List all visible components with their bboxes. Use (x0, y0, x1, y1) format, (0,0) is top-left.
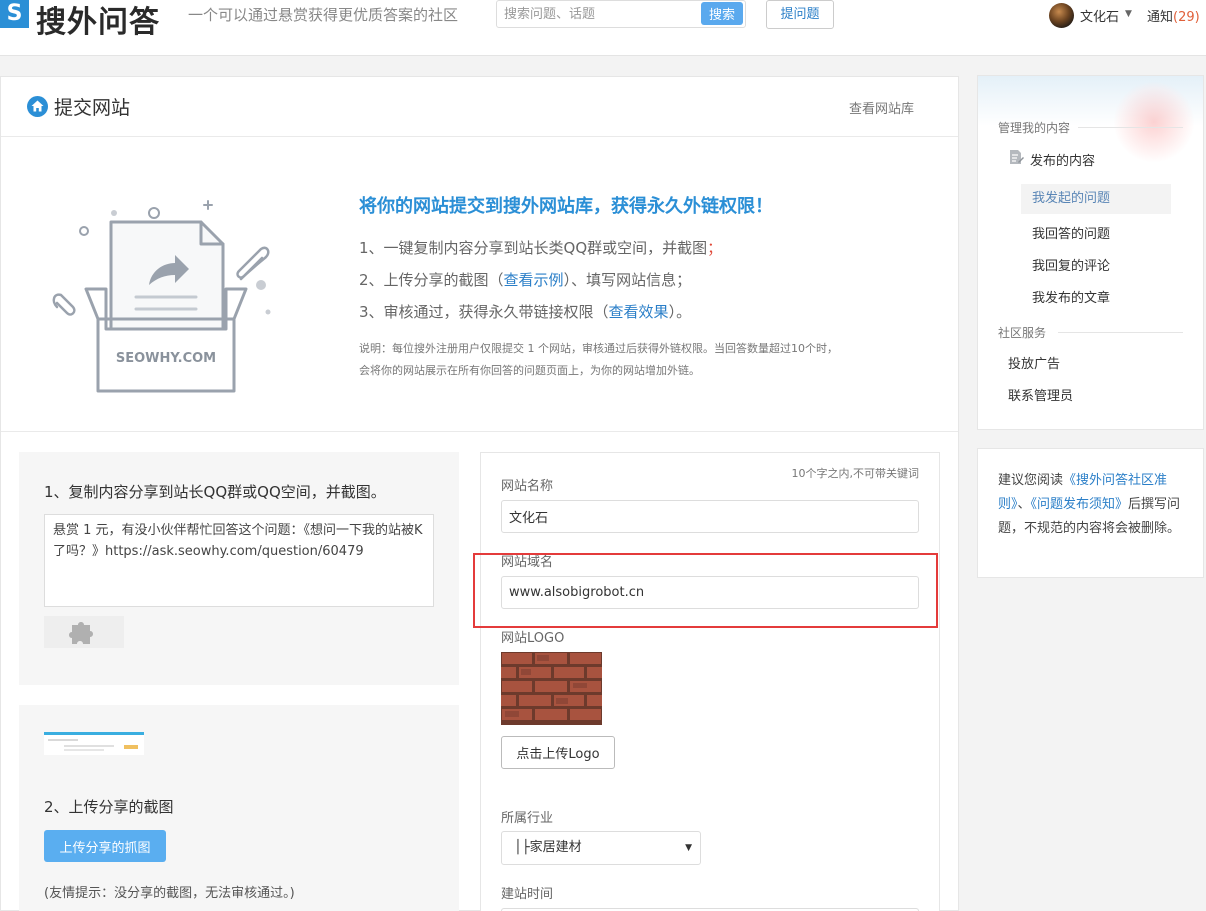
view-example-link[interactable]: 查看示例 (504, 271, 564, 289)
intro-step-3-end: ）。 (668, 303, 692, 321)
avatar[interactable] (1049, 3, 1074, 28)
intro-headline: 将你的网站提交到搜外网站库，获得永久外链权限！ (359, 196, 773, 217)
build-time-label: 建站时间 (501, 887, 554, 902)
sidebar-rules-panel: 建议您阅读《搜外问答社区准则》、《问题发布须知》后撰写问题，不规范的内容将会被删… (977, 448, 1204, 578)
upload-logo-button[interactable]: 点击上传Logo (501, 736, 615, 769)
plugin-placeholder (44, 616, 124, 648)
industry-label: 所属行业 (501, 811, 554, 826)
sidebar-sun-decoration (1114, 82, 1194, 162)
site-name-input[interactable] (501, 500, 919, 533)
sidebar-item-my-questions[interactable]: 我发起的问题 (1021, 184, 1171, 214)
sidebar-item-my-answers[interactable]: 我回答的问题 (1032, 223, 1110, 242)
sidebar-item-my-articles[interactable]: 我发布的文章 (1032, 287, 1110, 306)
site-name-hint: 10个字之内,不可带关键词 (791, 467, 920, 480)
rules-notice: 建议您阅读《搜外问答社区准则》、《问题发布须知》后撰写问题，不规范的内容将会被删… (998, 469, 1188, 541)
intro-note-line-1: 说明：每位搜外注册用户仅限提交 1 个网站，审核通过后获得外链权限。当回答数量超… (359, 342, 838, 355)
submit-tray-illustration: SEOWHY.COM (52, 200, 271, 393)
top-header: S 搜外问答 一个可以通过悬赏获得更优质答案的社区 搜索 提问题 文化石 ▼ 通… (0, 0, 1206, 56)
logo-text[interactable]: 搜外问答 (36, 0, 160, 41)
upload-tip: (友情提示：没分享的截图，无法审核通过。) (44, 886, 295, 901)
chevron-down-icon[interactable]: ▼ (1125, 9, 1132, 19)
view-effect-link[interactable]: 查看效果 (609, 303, 669, 321)
site-name-label: 网站名称 (501, 479, 554, 494)
manage-section-title: 管理我的内容 (998, 121, 1071, 135)
sidebar-item-contact-admin[interactable]: 联系管理员 (1008, 385, 1073, 404)
intro-step-3: 3、审核通过，获得永久带链接权限（查看效果）。 (359, 301, 691, 322)
ask-question-button[interactable]: 提问题 (766, 0, 834, 29)
sidebar-item-advertise[interactable]: 投放广告 (1008, 353, 1060, 372)
logo-mark[interactable]: S (0, 0, 29, 28)
step-2-title: 2、上传分享的截图 (44, 798, 174, 816)
step-2-card: 2、上传分享的截图 上传分享的抓图 (友情提示：没分享的截图，无法审核通过。) (19, 705, 459, 911)
main-panel: 提交网站 查看网站库 SEOWHY.COM 将你的网站提交到搜外网站库，获得永久… (0, 76, 959, 911)
puzzle-icon (69, 622, 93, 644)
rules-separator: 、 (1017, 497, 1031, 512)
divider (1078, 127, 1183, 128)
step-1-card: 1、复制内容分享到站长QQ群或QQ空间，并截图。 悬赏 1 元，有没小伙伴帮忙回… (19, 452, 459, 685)
intro-step-2-end: ）、填写网站信息； (563, 271, 692, 289)
sidebar-item-my-comments[interactable]: 我回复的评论 (1032, 255, 1110, 274)
search-input[interactable] (497, 1, 697, 27)
sidebar-manage-panel: 管理我的内容 发布的内容 我发起的问题 我回答的问题 我回复的评论 我发布的文章… (977, 75, 1204, 430)
page-title: 提交网站 (54, 97, 131, 119)
document-edit-icon (1010, 150, 1024, 164)
intro-step-3-text: 3、审核通过，获得永久带链接权限（ (359, 303, 609, 321)
notification-link[interactable]: 通知(29) (1147, 6, 1200, 25)
notify-label: 通知 (1147, 10, 1174, 25)
industry-select[interactable]: │├家居建材 ▼ (501, 831, 701, 865)
upload-screenshot-button[interactable]: 上传分享的抓图 (44, 830, 166, 862)
published-content-title[interactable]: 发布的内容 (1030, 150, 1095, 169)
intro-step-1: 1、一键复制内容分享到站长类QQ群或空间，并截图； (359, 237, 722, 258)
search-button[interactable]: 搜索 (701, 2, 743, 25)
intro-step-1-text: 1、一键复制内容分享到站长类QQ群或空间，并截图 (359, 239, 708, 257)
industry-selected-value: │├家居建材 (514, 840, 582, 855)
view-library-link[interactable]: 查看网站库 (849, 98, 914, 117)
intro-step-2-text: 2、上传分享的截图（ (359, 271, 504, 289)
intro-section: SEOWHY.COM 将你的网站提交到搜外网站库，获得永久外链权限！ 1、一键复… (1, 137, 958, 432)
search-box: 搜索 (496, 0, 746, 28)
site-slogan: 一个可以通过悬赏获得更优质答案的社区 (188, 6, 459, 24)
community-section-title: 社区服务 (998, 326, 1047, 340)
intro-note-line-2: 会将你的网站展示在所有你回答的问题页面上，为你的网站增加外链。 (359, 364, 700, 377)
illustration-brand: SEOWHY.COM (116, 351, 216, 366)
notify-count: (29) (1173, 10, 1200, 25)
page-title-bar: 提交网站 查看网站库 (1, 77, 958, 137)
logo-preview-image (501, 652, 602, 725)
share-text-box[interactable]: 悬赏 1 元，有没小伙伴帮忙回答这个问题：《想问一下我的站被K了吗？》https… (44, 514, 434, 607)
posting-guide-link[interactable]: 《问题发布须知》 (1031, 497, 1129, 512)
chevron-down-icon: ▼ (685, 843, 692, 853)
site-info-form: 10个字之内,不可带关键词 网站名称 网站域名 网站LOGO 点击上传Logo … (473, 452, 940, 911)
rules-text-start: 建议您阅读 (998, 473, 1064, 488)
domain-highlight-box (473, 553, 938, 628)
user-name[interactable]: 文化石 (1080, 6, 1119, 25)
intro-step-1-end: ； (707, 239, 723, 257)
site-logo-label: 网站LOGO (501, 631, 565, 646)
screenshot-thumbnail[interactable] (44, 732, 144, 755)
step-1-title: 1、复制内容分享到站长QQ群或QQ空间，并截图。 (44, 483, 386, 501)
divider (1058, 332, 1183, 333)
intro-step-2: 2、上传分享的截图（查看示例）、填写网站信息； (359, 269, 691, 290)
home-icon (27, 96, 48, 117)
